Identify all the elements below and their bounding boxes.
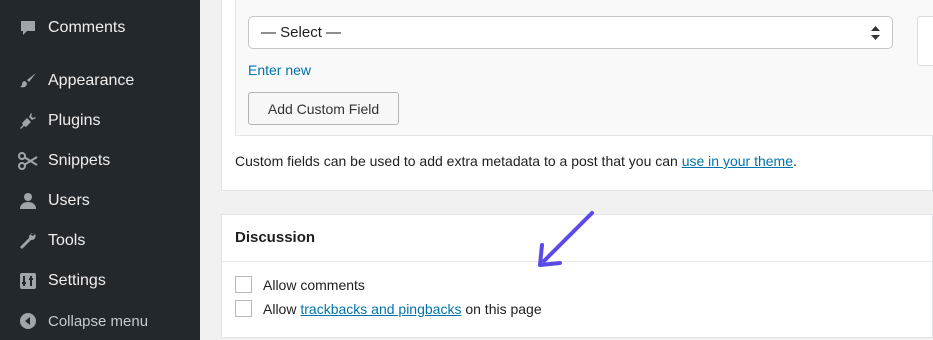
sidebar-item-label: Appearance xyxy=(48,72,135,89)
sidebar-item-plugins[interactable]: Plugins xyxy=(0,103,200,139)
collapse-menu-label: Collapse menu xyxy=(48,312,149,330)
select-value: — Select — xyxy=(261,24,342,41)
add-custom-field-button[interactable]: Add Custom Field xyxy=(248,92,399,125)
select-arrows-icon xyxy=(871,26,880,40)
allow-comments-label[interactable]: Allow comments xyxy=(263,277,365,293)
user-icon xyxy=(17,190,39,212)
custom-fields-description: Custom fields can be used to add extra m… xyxy=(235,153,797,169)
allow-comments-checkbox[interactable] xyxy=(235,276,252,293)
allow-trackbacks-row: Allow trackbacks and pingbacks on this p… xyxy=(235,300,542,317)
trackbacks-pingbacks-link[interactable]: trackbacks and pingbacks xyxy=(300,301,461,317)
custom-field-key-select[interactable]: — Select — xyxy=(248,16,893,49)
wrench-icon xyxy=(17,230,39,252)
allow-trackbacks-label-start: Allow xyxy=(263,300,301,317)
settings-icon xyxy=(17,270,39,292)
custom-fields-postbox: — Select — Enter new Add Custom Field Cu… xyxy=(221,0,933,191)
allow-trackbacks-label-end: on this page xyxy=(461,300,542,317)
custom-field-form: — Select — Enter new Add Custom Field xyxy=(235,0,933,136)
sidebar-item-label: Plugins xyxy=(48,112,101,129)
allow-comments-row: Allow comments xyxy=(235,276,365,293)
sidebar-item-label: Settings xyxy=(48,272,106,289)
sidebar-item-users[interactable]: Users xyxy=(0,183,200,219)
plugin-icon xyxy=(17,110,39,132)
main-content: — Select — Enter new Add Custom Field Cu… xyxy=(200,0,933,340)
allow-trackbacks-checkbox[interactable] xyxy=(235,300,252,317)
sidebar-item-label: Users xyxy=(48,192,90,209)
sidebar-item-comments[interactable]: Comments xyxy=(0,10,200,46)
scissors-icon xyxy=(17,150,39,172)
enter-new-link[interactable]: Enter new xyxy=(248,62,311,78)
sidebar-item-settings[interactable]: Settings xyxy=(0,263,200,299)
sidebar-item-label: Tools xyxy=(48,232,86,249)
use-in-your-theme-link[interactable]: use in your theme xyxy=(682,153,793,169)
annotation-arrow-icon xyxy=(538,211,594,267)
collapse-menu-button[interactable]: Collapse menu xyxy=(0,303,200,339)
sidebar-item-appearance[interactable]: Appearance xyxy=(0,63,200,99)
admin-sidebar: Comments Appearance Plugins Snippets Use… xyxy=(0,0,200,340)
comment-icon xyxy=(17,17,39,39)
sidebar-item-label: Comments xyxy=(48,19,126,36)
sidebar-item-snippets[interactable]: Snippets xyxy=(0,143,200,179)
paintbrush-icon xyxy=(17,70,39,92)
sidebar-item-tools[interactable]: Tools xyxy=(0,223,200,259)
discussion-title: Discussion xyxy=(235,229,316,246)
custom-field-value-textarea[interactable] xyxy=(917,16,933,66)
collapse-arrow-icon xyxy=(17,310,39,332)
description-text: Custom fields can be used to add extra m… xyxy=(235,153,682,169)
sidebar-item-label: Snippets xyxy=(48,152,111,169)
description-end: . xyxy=(793,153,797,169)
